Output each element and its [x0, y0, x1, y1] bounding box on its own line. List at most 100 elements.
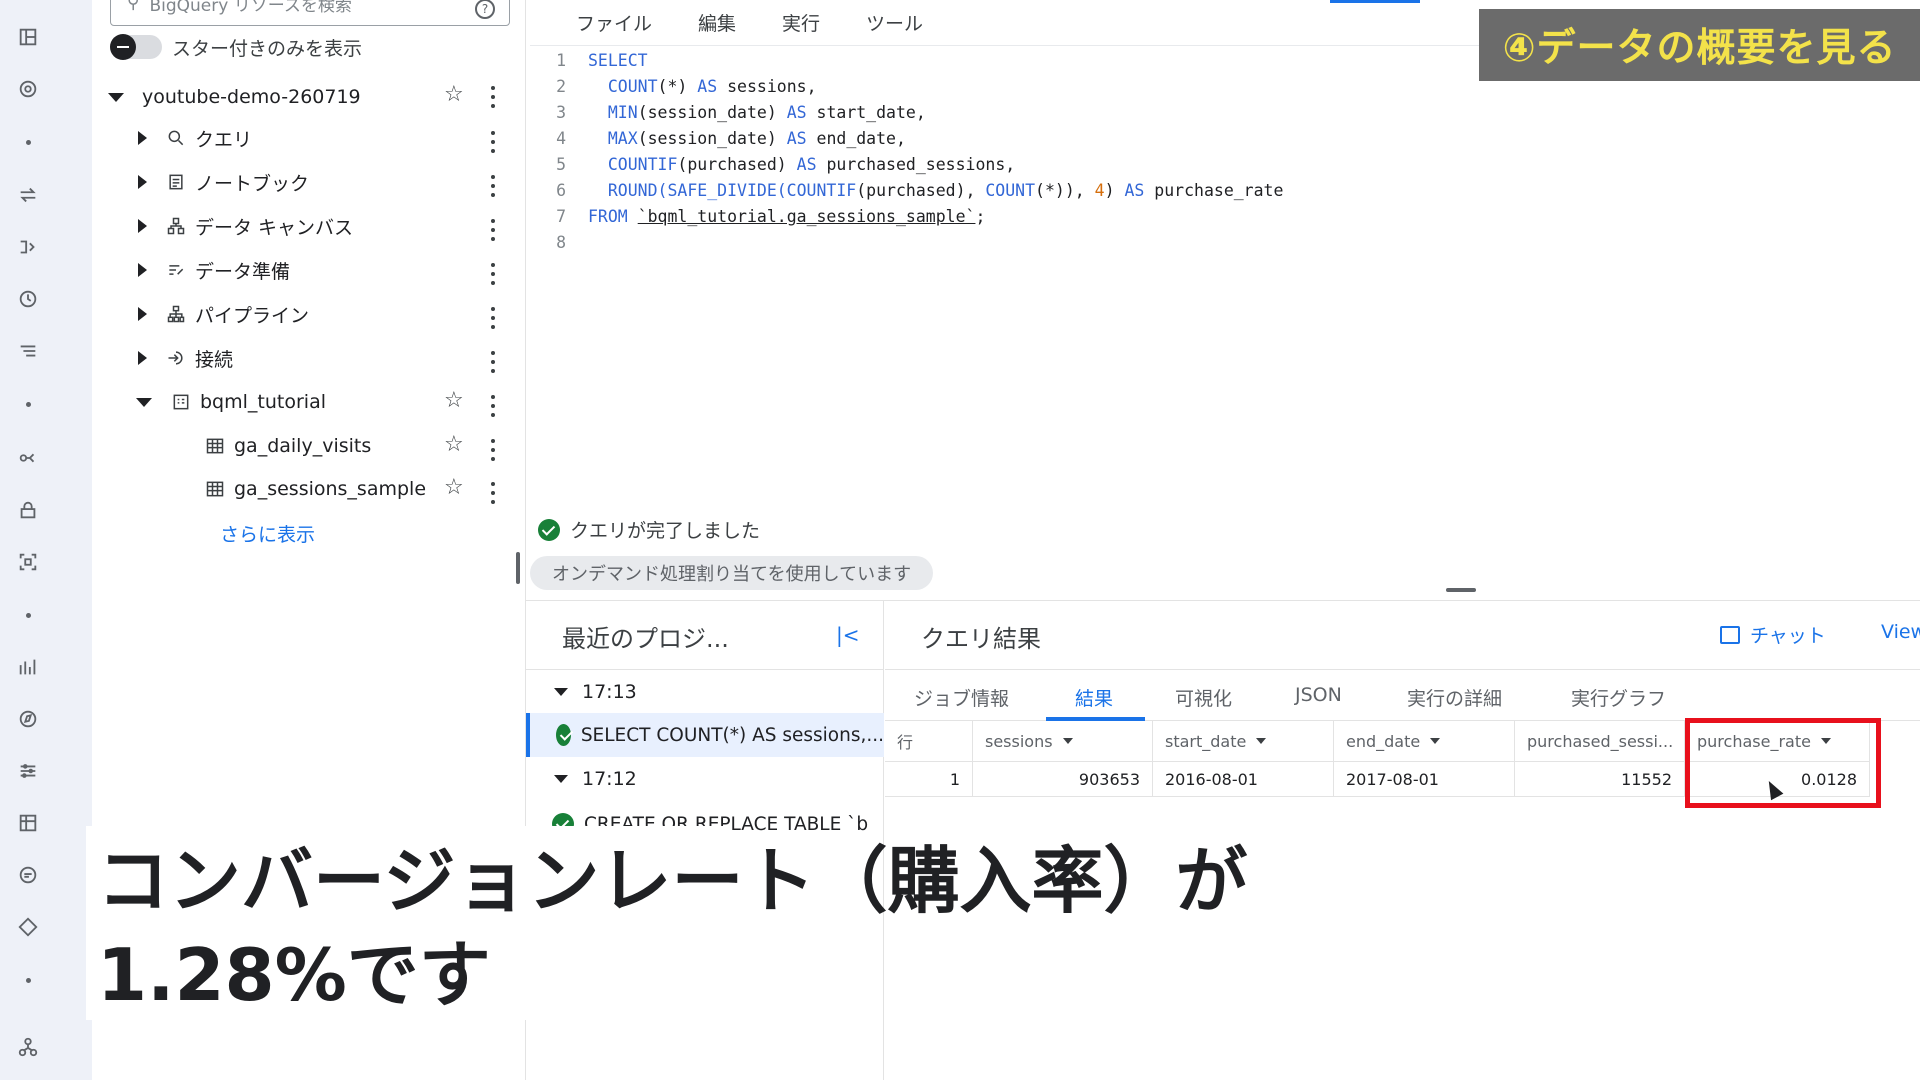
more-vert-icon[interactable]: [490, 86, 496, 108]
lock-icon[interactable]: [0, 495, 56, 525]
project-row[interactable]: youtube-demo-260719: [108, 79, 361, 115]
query-status: クエリが完了しました: [538, 516, 760, 543]
starred-only-toggle[interactable]: [110, 34, 162, 60]
chat-button[interactable]: チャット: [1720, 621, 1826, 648]
hub-icon[interactable]: [0, 1032, 56, 1062]
recent-group-header[interactable]: 17:12: [554, 768, 637, 790]
sql-editor[interactable]: 1 SELECT 2 COUNT(*) AS sessions, 3 MIN(se…: [530, 48, 1920, 508]
more-vert-icon[interactable]: [490, 482, 496, 504]
recent-job-label: SELECT COUNT(*) AS sessions,...: [580, 724, 884, 746]
graph-icon[interactable]: [0, 443, 56, 473]
code-line: 7 FROM `bqml_tutorial.ga_sessions_sample`…: [556, 207, 986, 226]
collapse-caret-icon[interactable]: [554, 688, 568, 696]
collapse-panel-icon[interactable]: |<: [836, 623, 860, 647]
menu-tools[interactable]: ツール: [866, 9, 923, 36]
star-icon[interactable]: ☆: [444, 477, 464, 499]
chat-icon[interactable]: [0, 860, 56, 890]
recent-group-header[interactable]: 17:13: [554, 681, 637, 703]
tree-item-table[interactable]: ga_daily_visits: [204, 428, 371, 464]
more-vert-icon[interactable]: [490, 219, 496, 241]
expand-caret-icon[interactable]: [138, 263, 147, 277]
results-title: クエリ結果: [921, 625, 1041, 653]
expand-caret-icon[interactable]: [138, 307, 147, 321]
list-icon[interactable]: [0, 336, 56, 366]
history-icon[interactable]: [0, 284, 56, 314]
expand-caret-icon[interactable]: [138, 351, 147, 365]
star-icon[interactable]: ☆: [444, 84, 464, 106]
code-line: 1 SELECT: [556, 51, 648, 70]
sort-menu-icon[interactable]: [1430, 738, 1441, 744]
view-button[interactable]: View: [1881, 621, 1920, 643]
column-header[interactable]: start_date: [1153, 721, 1334, 761]
scan-icon[interactable]: [0, 547, 56, 577]
show-more-link[interactable]: さらに表示: [220, 520, 315, 547]
tree-item-label: bqml_tutorial: [200, 391, 326, 413]
more-vert-icon[interactable]: [490, 175, 496, 197]
more-vert-icon[interactable]: [490, 351, 496, 373]
search-icon: ⚲: [127, 0, 140, 13]
tree-item-connections[interactable]: 接続: [138, 340, 233, 376]
collapse-caret-icon[interactable]: [136, 397, 152, 407]
more-vert-icon[interactable]: [490, 307, 496, 329]
more-vert-icon[interactable]: [490, 131, 496, 153]
tree-item-dataset[interactable]: bqml_tutorial: [136, 384, 326, 420]
data-prep-icon: [165, 259, 187, 281]
collapse-caret-icon[interactable]: [554, 775, 568, 783]
table-cell[interactable]: 2017-08-01: [1334, 761, 1515, 797]
tree-item-label: 接続: [195, 348, 234, 371]
resize-handle[interactable]: [1446, 588, 1476, 592]
tree-item-data-prep[interactable]: データ準備: [138, 252, 290, 288]
recent-job-item[interactable]: SELECT COUNT(*) AS sessions,...: [526, 713, 884, 757]
tab-json[interactable]: JSON: [1295, 684, 1342, 706]
menu-file[interactable]: ファイル: [576, 9, 652, 36]
column-header[interactable]: end_date: [1334, 721, 1515, 761]
table-cell[interactable]: 903653: [973, 761, 1153, 797]
column-header[interactable]: purchased_sessi...: [1515, 721, 1685, 761]
active-tab-indicator: [1330, 0, 1420, 3]
more-vert-icon[interactable]: [490, 395, 496, 417]
more-vert-icon[interactable]: [490, 263, 496, 285]
table-icon[interactable]: [0, 808, 56, 838]
pipeline-tree-icon: [165, 303, 187, 325]
rail-separator: [26, 978, 31, 983]
help-icon[interactable]: ?: [475, 0, 495, 19]
tab-execution-details[interactable]: 実行の詳細: [1407, 684, 1502, 711]
notebook-icon: [165, 171, 187, 193]
tree-item-table[interactable]: ga_sessions_sample: [204, 471, 426, 507]
table-cell[interactable]: 2016-08-01: [1153, 761, 1334, 797]
tree-item-pipelines[interactable]: パイプライン: [138, 296, 309, 332]
star-icon[interactable]: ☆: [444, 390, 464, 412]
column-header[interactable]: sessions: [973, 721, 1153, 761]
sort-menu-icon[interactable]: [1062, 738, 1073, 744]
tree-item-notebooks[interactable]: ノートブック: [138, 164, 309, 200]
chart-icon[interactable]: [0, 652, 56, 682]
transfer-icon[interactable]: [0, 180, 56, 210]
tree-item-label: ノートブック: [195, 172, 310, 195]
tab-results[interactable]: 結果: [1075, 684, 1113, 711]
expand-caret-icon[interactable]: [138, 175, 147, 189]
star-icon[interactable]: ☆: [444, 434, 464, 456]
expand-caret-icon[interactable]: [108, 92, 124, 102]
code-line: 6 ROUND(SAFE_DIVIDE(COUNTIF(purchased), …: [556, 181, 1284, 200]
resource-search-input[interactable]: ⚲ BigQuery リソースを検索 ?: [110, 0, 510, 26]
tab-job-info[interactable]: ジョブ情報: [914, 684, 1009, 711]
compass-icon[interactable]: [0, 74, 56, 104]
tree-item-queries[interactable]: クエリ: [138, 120, 252, 156]
expand-caret-icon[interactable]: [138, 131, 147, 145]
sliders-icon[interactable]: [0, 756, 56, 786]
diamond-icon[interactable]: [0, 912, 56, 942]
explore-icon[interactable]: [0, 704, 56, 734]
menu-run[interactable]: 実行: [782, 9, 820, 36]
panel-splitter[interactable]: [516, 552, 520, 584]
panels-icon[interactable]: [0, 22, 56, 52]
tab-execution-graph[interactable]: 実行グラフ: [1571, 684, 1666, 711]
tree-item-data-canvas[interactable]: データ キャンバス: [138, 208, 353, 244]
menu-edit[interactable]: 編集: [698, 9, 736, 36]
table-cell[interactable]: 11552: [1515, 761, 1685, 797]
expand-caret-icon[interactable]: [138, 219, 147, 233]
more-vert-icon[interactable]: [490, 439, 496, 461]
pipeline-icon[interactable]: [0, 232, 56, 262]
starred-only-toggle-row[interactable]: スター付きのみを表示: [110, 32, 362, 62]
sort-menu-icon[interactable]: [1256, 738, 1267, 744]
tab-visualization[interactable]: 可視化: [1175, 684, 1232, 711]
